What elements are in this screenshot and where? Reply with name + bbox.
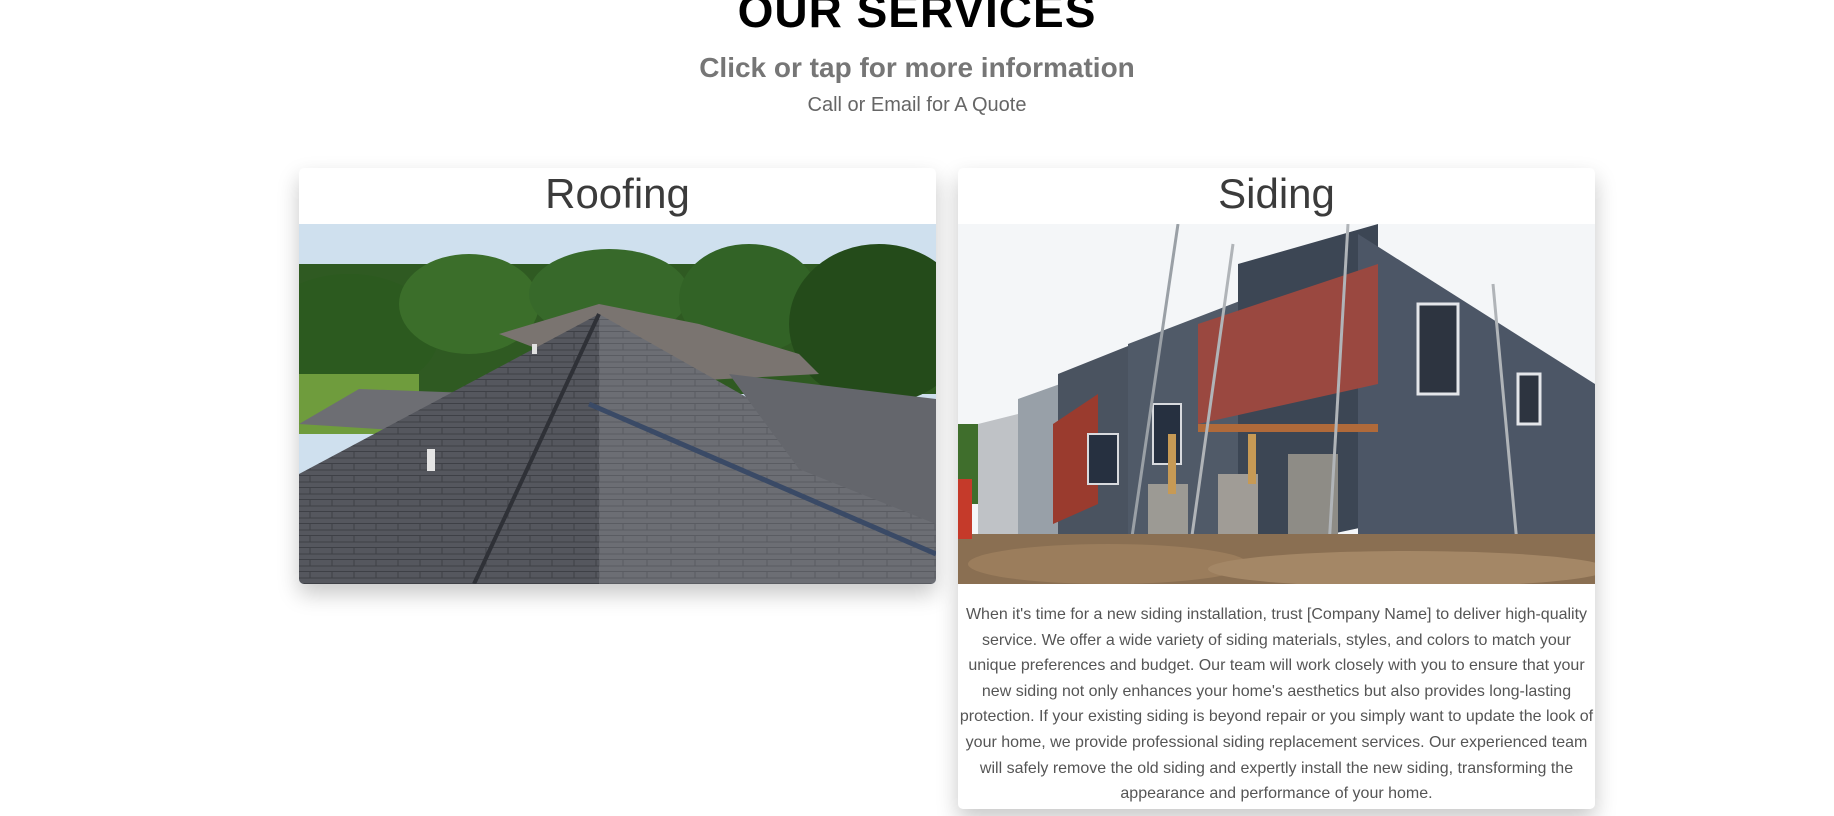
card-title: Siding	[1218, 170, 1335, 217]
quote-line: Call or Email for A Quote	[807, 94, 1027, 116]
card-title: Roofing	[545, 170, 690, 217]
service-card-roofing[interactable]: Roofing	[299, 168, 936, 584]
house-siding-photo-icon	[958, 224, 1595, 584]
roof-photo-icon	[299, 224, 936, 584]
section-heading: OUR SERVICES	[737, 0, 1097, 37]
section-subheading: Click or tap for more information	[699, 52, 1135, 83]
card-description: When it's time for a new siding installa…	[959, 606, 1594, 803]
service-card-siding[interactable]: Siding When it's time for a new siding i…	[958, 168, 1595, 809]
